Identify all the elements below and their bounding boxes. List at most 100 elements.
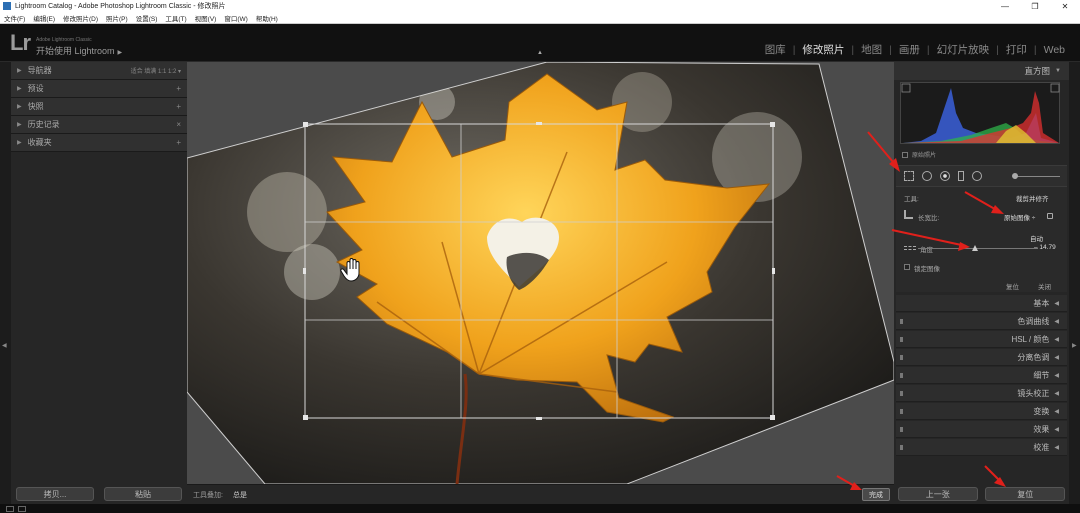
reset-button[interactable]: 复位: [985, 487, 1066, 501]
close-button[interactable]: ✕: [1050, 2, 1080, 11]
add-preset-icon[interactable]: +: [176, 84, 181, 93]
original-photo-checkbox[interactable]: [902, 151, 908, 158]
module-print[interactable]: 打印: [999, 42, 1034, 57]
crop-overlay-tool-icon[interactable]: [904, 171, 914, 181]
menu-window[interactable]: 窗口(W): [224, 13, 247, 23]
tool-strip: [896, 165, 1067, 187]
section-hsl[interactable]: HSL / 颜色 ◀: [896, 331, 1067, 348]
rotated-photo-with-crop-overlay[interactable]: [187, 62, 894, 484]
graduated-filter-tool-icon[interactable]: [958, 171, 964, 181]
menu-file[interactable]: 文件(F): [4, 13, 25, 23]
expand-triangle-icon: ◀: [1054, 300, 1059, 307]
expand-triangle-icon: ◀: [1054, 318, 1059, 325]
filmstrip-icon[interactable]: [6, 506, 14, 512]
section-basic[interactable]: 基本 ◀: [896, 295, 1067, 312]
auto-button[interactable]: 自动: [1030, 233, 1043, 243]
presets-label: 预设: [27, 84, 44, 93]
histogram-graph: [901, 83, 1060, 143]
menu-view[interactable]: 视图(V): [195, 13, 217, 23]
minimize-button[interactable]: —: [990, 2, 1020, 11]
module-develop[interactable]: 修改照片: [795, 42, 851, 57]
straighten-icon[interactable]: [904, 246, 916, 250]
section-transform[interactable]: 变换 ◀: [896, 403, 1067, 420]
zoom-options[interactable]: 适合 填满 1:1 1:2 ▾: [131, 66, 181, 75]
lr-logo: Lr: [10, 30, 31, 55]
section-detail[interactable]: 细节 ◀: [896, 367, 1067, 384]
lock-icon[interactable]: [1047, 213, 1053, 219]
copy-settings-button[interactable]: 拷贝...: [16, 487, 94, 501]
section-hsl-label: HSL / 颜色: [1011, 334, 1050, 344]
expand-triangle-icon: ◀: [1054, 444, 1059, 451]
constrain-checkbox[interactable]: [904, 264, 910, 270]
expand-triangle-icon: ▶: [17, 140, 22, 146]
tool-overlay-select[interactable]: 总是: [233, 490, 247, 500]
clear-history-icon[interactable]: ×: [176, 120, 181, 129]
histogram-header[interactable]: 直方图 ▼: [894, 62, 1069, 80]
aspect-select[interactable]: 原始图像 ÷: [1004, 212, 1035, 222]
crop-reset-button[interactable]: 复位: [1006, 281, 1019, 291]
lightroom-window: Lightroom Catalog - Adobe Photoshop Ligh…: [0, 0, 1080, 513]
filmstrip-icon[interactable]: [18, 506, 26, 512]
collections-label: 收藏夹: [27, 138, 52, 147]
expand-triangle-icon: ▶: [17, 86, 22, 92]
snapshots-header[interactable]: ▶ 快照 +: [11, 98, 187, 116]
maximize-button[interactable]: ❐: [1020, 2, 1050, 11]
original-photo-toggle[interactable]: 原始照片: [902, 150, 936, 159]
menu-tools[interactable]: 工具(T): [165, 13, 186, 23]
spot-removal-tool-icon[interactable]: [922, 171, 932, 181]
get-started-link[interactable]: 开始使用 Lightroom ▶: [36, 44, 122, 57]
snapshots-label: 快照: [27, 102, 44, 111]
section-tone-curve[interactable]: 色调曲线 ◀: [896, 313, 1067, 330]
section-effects-label: 效果: [1033, 424, 1050, 434]
module-map[interactable]: 地图: [854, 42, 889, 57]
red-eye-tool-icon[interactable]: [940, 171, 950, 181]
expand-triangle-icon: ◀: [1054, 408, 1059, 415]
menu-photo[interactable]: 照片(P): [106, 13, 128, 23]
top-panel-toggle-icon[interactable]: ▲: [537, 50, 543, 56]
right-panel-toggle-icon[interactable]: ▶: [1072, 342, 1077, 349]
navigator-header[interactable]: ▶ 导航器 适合 填满 1:1 1:2 ▾: [11, 62, 187, 80]
menu-edit[interactable]: 编辑(E): [33, 13, 55, 23]
brush-slider-track: [1014, 176, 1060, 177]
expand-triangle-icon: ▶: [17, 68, 22, 74]
section-lens-corrections-label: 镜头校正: [1017, 388, 1050, 398]
identity-subtitle: Adobe Lightroom Classic: [36, 37, 92, 43]
expand-triangle-icon: ▶: [17, 104, 22, 110]
tool-value: 裁剪并修齐: [1016, 196, 1049, 203]
add-snapshot-icon[interactable]: +: [176, 102, 181, 111]
filmstrip-bar: [0, 504, 1080, 513]
module-book[interactable]: 画册: [892, 42, 927, 57]
menu-develop[interactable]: 修改照片(D): [63, 13, 98, 23]
crop-close-button[interactable]: 关闭: [1038, 281, 1051, 291]
left-panel-toggle-icon[interactable]: ◀: [2, 342, 7, 349]
done-button[interactable]: 完成: [862, 488, 890, 501]
section-transform-label: 变换: [1033, 406, 1050, 416]
module-library[interactable]: 图库: [758, 42, 793, 57]
presets-header[interactable]: ▶ 预设 +: [11, 80, 187, 98]
menu-settings[interactable]: 设置(S): [136, 13, 158, 23]
brush-slider-knob[interactable]: [1012, 173, 1018, 179]
history-header[interactable]: ▶ 历史记录 ×: [11, 116, 187, 134]
menu-help[interactable]: 帮助(H): [256, 13, 278, 23]
crop-icon[interactable]: [904, 210, 913, 219]
angle-value[interactable]: – 14.79: [1034, 244, 1056, 251]
paste-settings-button[interactable]: 粘贴: [104, 487, 182, 501]
section-calibration[interactable]: 校准 ◀: [896, 439, 1067, 456]
section-split-toning-label: 分离色调: [1017, 352, 1050, 362]
photo-canvas[interactable]: [187, 62, 894, 484]
menu-bar: 文件(F) 编辑(E) 修改照片(D) 照片(P) 设置(S) 工具(T) 视图…: [0, 12, 1080, 24]
section-split-toning[interactable]: 分离色调 ◀: [896, 349, 1067, 366]
angle-slider-knob[interactable]: [972, 245, 978, 251]
section-lens-corrections[interactable]: 镜头校正 ◀: [896, 385, 1067, 402]
section-basic-label: 基本: [1033, 298, 1050, 308]
previous-button[interactable]: 上一张: [897, 487, 978, 501]
radial-filter-tool-icon[interactable]: [972, 171, 982, 181]
left-edge-strip: ◀: [0, 62, 11, 504]
add-collection-icon[interactable]: +: [176, 138, 181, 147]
angle-label: 角度: [920, 247, 933, 254]
play-arrow-icon: ▶: [117, 50, 123, 56]
module-slideshow[interactable]: 幻灯片放映: [930, 42, 997, 57]
collections-header[interactable]: ▶ 收藏夹 +: [11, 134, 187, 152]
section-effects[interactable]: 效果 ◀: [896, 421, 1067, 438]
module-web[interactable]: Web: [1037, 44, 1072, 56]
